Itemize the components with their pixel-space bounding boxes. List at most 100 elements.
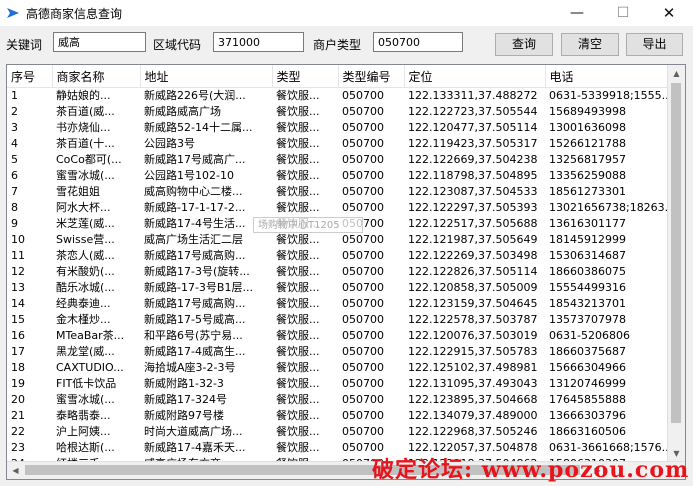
- cell-phone: 15266121788: [549, 137, 626, 150]
- cell-address: 和平路6号(苏宁易...: [144, 329, 243, 342]
- cell-phone: 0631-5206806: [549, 329, 630, 342]
- cell-index: 15: [11, 313, 25, 326]
- keyword-input[interactable]: [53, 32, 146, 52]
- cell-type: 餐饮服...: [276, 105, 320, 118]
- cell-address: 新威路-17-3号B1层...: [144, 281, 253, 294]
- close-button[interactable]: ✕: [646, 0, 692, 26]
- minimize-button[interactable]: —: [554, 0, 600, 26]
- column-header-type[interactable]: 类型: [272, 65, 339, 88]
- cell-address: 海拾城A座3-2-3号: [144, 361, 236, 374]
- cell-type-code: 050700: [342, 329, 384, 342]
- header-row: 序号 商家名称 地址 类型 类型编号 定位 电话: [7, 65, 676, 88]
- table-row[interactable]: 16 MTeaBar茶... 和平路6号(苏宁易... 餐饮服... 050700 122…: [7, 328, 675, 344]
- cell-index: 5: [11, 153, 18, 166]
- export-button[interactable]: 导出: [626, 33, 683, 56]
- column-header-phone[interactable]: 电话: [545, 65, 676, 88]
- cell-index: 17: [11, 345, 25, 358]
- clear-button[interactable]: 清空: [561, 33, 619, 56]
- cell-location: 122.122297,37.505393: [408, 201, 538, 214]
- table-row[interactable]: 11 茶恋人(威... 新威路17号威高购... 餐饮服... 050700 122.12…: [7, 248, 675, 264]
- table-row[interactable]: 6 蜜雪冰城(... 公园路1号102-10 餐饮服... 050700 122.1187…: [7, 168, 675, 184]
- cell-index: 20: [11, 393, 25, 406]
- table-row[interactable]: 17 黑龙堂(威... 新威路17-4威高生... 餐饮服... 050700 122.1…: [7, 344, 675, 360]
- cell-location: 122.120477,37.505114: [408, 121, 538, 134]
- cell-phone: 13616301177: [549, 217, 626, 230]
- table-row[interactable]: 21 泰略翡泰... 新威附路97号楼 餐饮服... 050700 122.134079,…: [7, 408, 675, 424]
- cell-type: 餐饮服...: [276, 393, 320, 406]
- table-row[interactable]: 8 阿水大杯... 新威路-17-1-17-2... 餐饮服... 050700 122.…: [7, 200, 675, 216]
- merchant-type-input[interactable]: [373, 32, 463, 52]
- cell-location: 122.122269,37.503498: [408, 249, 538, 262]
- table-row[interactable]: 5 CoCo都可(... 新威路17号威高广... 餐饮服... 050700 122.1…: [7, 152, 675, 168]
- column-header-name[interactable]: 商家名称: [52, 65, 141, 88]
- scroll-left-icon[interactable]: ◀: [7, 462, 24, 479]
- maximize-button[interactable]: ☐: [600, 0, 646, 26]
- cell-address: 新威路17号威高广...: [144, 153, 246, 166]
- cell-index: 22: [11, 425, 25, 438]
- cell-name: 黑龙堂(威...: [56, 345, 115, 358]
- cell-name: 有米酸奶(...: [56, 265, 115, 278]
- cell-phone: 17645855888: [549, 393, 626, 406]
- cell-type: 餐饮服...: [276, 137, 320, 150]
- title-bar: 高德商家信息查询 — ☐ ✕: [0, 0, 693, 26]
- cell-index: 13: [11, 281, 25, 294]
- cell-phone: 13021656738;18263...: [549, 201, 676, 214]
- column-header-type-code[interactable]: 类型编号: [338, 65, 405, 88]
- cell-type-code: 050700: [342, 153, 384, 166]
- table-row[interactable]: 2 茶百道(威... 新威路威高广场 餐饮服... 050700 122.122723,3…: [7, 104, 675, 120]
- table-row[interactable]: 12 有米酸奶(... 新威路17-3号(旋转... 餐饮服... 050700 122.…: [7, 264, 675, 280]
- cell-type-code: 050700: [342, 185, 384, 198]
- query-button[interactable]: 查询: [495, 33, 553, 56]
- table-row[interactable]: 15 金木槿炒... 新威路17-5号威高... 餐饮服... 050700 122.12…: [7, 312, 675, 328]
- cell-phone: 13356259088: [549, 169, 626, 182]
- cell-name: 经典泰迪...: [56, 297, 111, 310]
- results-grid[interactable]: 序号 商家名称 地址 类型 类型编号 定位 电话 1 静姑娘的... 新威路226号…: [6, 64, 686, 480]
- cell-location: 122.122578,37.503787: [408, 313, 538, 326]
- table-row[interactable]: 4 茶百道(十... 公园路3号 餐饮服... 050700 122.119423,37.…: [7, 136, 675, 152]
- cell-address: 威高广场生活汇二层: [144, 233, 243, 246]
- cell-phone: 18663160506: [549, 425, 626, 438]
- cell-index: 23: [11, 441, 25, 454]
- table-row[interactable]: 7 雪花姐姐 威高购物中心二楼... 餐饮服... 050700 122.123087,3…: [7, 184, 675, 200]
- cell-type: 餐饮服...: [276, 441, 320, 454]
- cell-name: 蜜雪冰城(...: [56, 393, 115, 406]
- column-header-location[interactable]: 定位: [404, 65, 546, 88]
- table-row[interactable]: 13 酷乐冰城(... 新威路-17-3号B1层... 餐饮服... 050700 122…: [7, 280, 675, 296]
- vertical-scroll-thumb[interactable]: [671, 83, 681, 423]
- scroll-up-icon[interactable]: ▲: [668, 65, 685, 82]
- table-row[interactable]: 10 Swisse营... 威高广场生活汇二层 餐饮服... 050700 122.121…: [7, 232, 675, 248]
- cell-location: 122.122723,37.505544: [408, 105, 538, 118]
- cell-location: 122.122517,37.505688: [408, 217, 538, 230]
- cell-type-code: 050700: [342, 425, 384, 438]
- cell-location: 122.123087,37.504533: [408, 185, 538, 198]
- cell-name: 米芝莲(威...: [56, 217, 115, 230]
- cell-name: 茶百道(十...: [56, 137, 115, 150]
- area-code-input[interactable]: [213, 32, 304, 52]
- cell-location: 122.131095,37.493043: [408, 377, 538, 390]
- table-row[interactable]: 20 蜜雪冰城(... 新威路17-324号 餐饮服... 050700 122.1238…: [7, 392, 675, 408]
- cell-name: MTeaBar茶...: [56, 329, 125, 342]
- table-row[interactable]: 1 静姑娘的... 新威路226号(大润... 餐饮服... 050700 122.133…: [7, 88, 675, 105]
- table-row[interactable]: 19 FIT低卡饮品 新威附路1-32-3 餐饮服... 050700 122.13109…: [7, 376, 675, 392]
- cell-index: 16: [11, 329, 25, 342]
- cell-type-code: 050700: [342, 297, 384, 310]
- cell-address: 新威路-17-1-17-2...: [144, 201, 246, 214]
- cell-type: 餐饮服...: [276, 249, 320, 262]
- vertical-scrollbar[interactable]: ▲ ▼: [667, 65, 685, 462]
- cell-type-code: 050700: [342, 249, 384, 262]
- cell-type-code: 050700: [342, 137, 384, 150]
- cell-name: 静姑娘的...: [56, 89, 111, 102]
- cell-location: 122.123895,37.504668: [408, 393, 538, 406]
- cell-type: 餐饮服...: [276, 121, 320, 134]
- table-row[interactable]: 3 书亦烧仙... 新威路52-14十二属... 餐饮服... 050700 122.12…: [7, 120, 675, 136]
- cell-address: 新威附路1-32-3: [144, 377, 224, 390]
- table-row[interactable]: 14 经典泰迪... 新威路17号威高购... 餐饮服... 050700 122.123…: [7, 296, 675, 312]
- cell-type: 餐饮服...: [276, 281, 320, 294]
- table-row[interactable]: 22 沪上阿姨... 时尚大道威高广场... 餐饮服... 050700 122.1229…: [7, 424, 675, 440]
- column-header-index[interactable]: 序号: [7, 65, 53, 88]
- cell-type-code: 050700: [342, 361, 384, 374]
- cell-type: 餐饮服...: [276, 345, 320, 358]
- table-row[interactable]: 18 CAXTUDIO... 海拾城A座3-2-3号 餐饮服... 050700 122.…: [7, 360, 675, 376]
- column-header-address[interactable]: 地址: [140, 65, 273, 88]
- cell-name: Swisse营...: [56, 233, 115, 246]
